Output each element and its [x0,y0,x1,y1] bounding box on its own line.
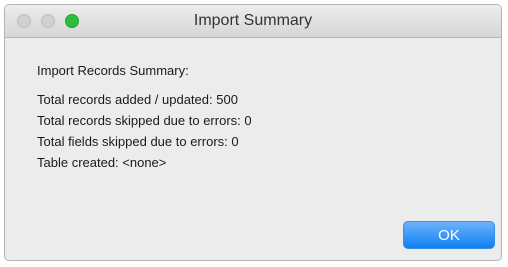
fields-skipped-line: Total fields skipped due to errors: 0 [37,134,239,149]
table-created-line: Table created: <none> [37,155,167,170]
summary-heading: Import Records Summary: [37,63,189,78]
ok-button[interactable]: OK [403,221,495,249]
summary-content: Import Records Summary: Total records ad… [37,63,252,176]
records-skipped-line: Total records skipped due to errors: 0 [37,113,252,128]
import-summary-dialog: Import Summary Import Records Summary: T… [4,4,502,261]
title-bar: Import Summary [5,5,501,38]
window-title: Import Summary [193,12,313,29]
records-added-line: Total records added / updated: 500 [37,92,238,107]
